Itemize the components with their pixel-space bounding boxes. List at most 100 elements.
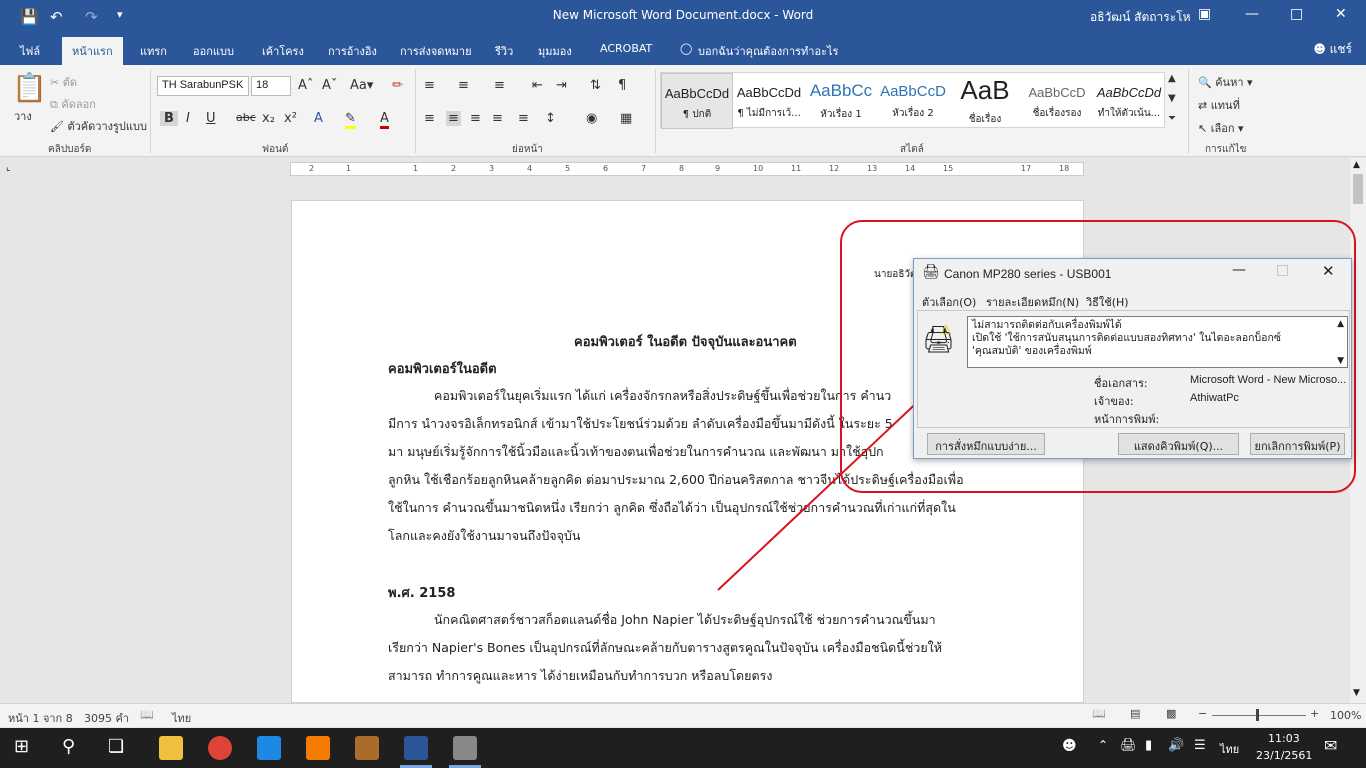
read-mode-icon[interactable]: 📖 — [1092, 707, 1106, 720]
page-count[interactable]: หน้า 1 จาก 8 — [8, 709, 73, 727]
align-right-icon[interactable]: ≡ — [470, 111, 481, 126]
justify-icon[interactable]: ≡ — [492, 111, 503, 126]
strikethrough-icon[interactable]: abc — [236, 111, 256, 124]
message-scroll-down-icon[interactable]: ▼ — [1337, 355, 1344, 368]
align-left-icon[interactable]: ≡ — [424, 111, 435, 126]
superscript-icon[interactable]: x² — [284, 111, 297, 126]
styles-more-icon[interactable]: ⏷ — [1168, 113, 1176, 124]
grow-font-icon[interactable]: Aˆ — [298, 78, 313, 93]
horizontal-ruler[interactable]: 2 1 1 2 3 4 5 6 7 8 9 10 11 12 13 14 15 … — [290, 162, 1084, 176]
multilevel-list-icon[interactable]: ≡ — [494, 78, 505, 93]
font-name-box[interactable]: TH SarabunPSK — [157, 76, 249, 96]
style-no-spacing[interactable]: AaBbCcDd ¶ ไม่มีการเว้... — [733, 73, 805, 129]
clock-time[interactable]: 11:03 — [1268, 732, 1300, 745]
style-title[interactable]: AaB ชื่อเรื่อง — [949, 73, 1021, 129]
font-color-icon[interactable]: A — [380, 111, 389, 129]
dialog-close-icon[interactable]: ✕ — [1322, 262, 1335, 280]
cancel-printing-button[interactable]: ยกเลิกการพิมพ์(P) — [1250, 433, 1345, 455]
maximize-icon[interactable]: □ — [1290, 6, 1303, 22]
web-layout-icon[interactable]: ▩ — [1166, 707, 1176, 720]
message-scroll-up-icon[interactable]: ▲ — [1337, 318, 1344, 331]
align-center-icon[interactable]: ≡ — [446, 111, 461, 126]
styles-scroll-down-icon[interactable]: ▼ — [1168, 93, 1176, 104]
scroll-thumb[interactable] — [1353, 174, 1363, 204]
increase-indent-icon[interactable]: ⇥ — [556, 78, 567, 93]
scroll-down-icon[interactable]: ▼ — [1353, 688, 1360, 698]
menu-ink-details[interactable]: รายละเอียดหมึก(N) — [986, 293, 1079, 311]
paste-button[interactable]: วาง — [14, 107, 32, 125]
tab-review[interactable]: รีวิว — [495, 42, 513, 60]
print-layout-icon[interactable]: ▤ — [1130, 707, 1140, 720]
battery-icon[interactable]: ▮ — [1145, 738, 1152, 753]
scroll-up-icon[interactable]: ▲ — [1353, 160, 1360, 170]
user-name[interactable]: อธิวัฒน์ สัตถาระโห — [1090, 8, 1191, 27]
clear-format-icon[interactable]: ✏ — [392, 78, 403, 93]
zoom-in-icon[interactable]: + — [1310, 707, 1319, 720]
show-marks-icon[interactable]: ¶ — [618, 78, 626, 93]
minimize-icon[interactable]: — — [1245, 6, 1259, 22]
action-center-icon[interactable]: ✉ — [1324, 736, 1337, 755]
borders-icon[interactable]: ▦ — [620, 111, 632, 126]
style-heading1[interactable]: AaBbCc หัวเรื่อง 1 — [805, 73, 877, 129]
share-button[interactable]: ☻ แชร์ — [1313, 40, 1352, 59]
ribbon-display-icon[interactable]: ▣ — [1198, 6, 1211, 22]
style-normal[interactable]: AaBbCcDd ¶ ปกติ — [661, 73, 733, 129]
easy-ink-order-button[interactable]: การสั่งหมึกแบบง่าย... — [927, 433, 1045, 455]
line-spacing-icon[interactable]: ↕ — [545, 111, 556, 126]
copy-button[interactable]: ⧉ คัดลอก — [50, 95, 96, 113]
tab-home[interactable]: หน้าแรก — [62, 37, 123, 65]
tab-acrobat[interactable]: ACROBAT — [600, 42, 652, 55]
decrease-indent-icon[interactable]: ⇤ — [532, 78, 543, 93]
cut-button[interactable]: ✂ ตัด — [50, 73, 77, 91]
tab-file[interactable]: ไฟล์ — [20, 42, 40, 60]
tab-design[interactable]: ออกแบบ — [193, 42, 234, 60]
dialog-minimize-icon[interactable]: — — [1232, 262, 1246, 278]
style-heading2[interactable]: AaBbCcD หัวเรื่อง 2 — [877, 73, 949, 129]
word-count[interactable]: 3095 คำ — [84, 709, 129, 727]
printer-taskbar-icon[interactable] — [453, 736, 477, 760]
task-view-icon[interactable]: ❏ — [108, 736, 124, 757]
proofing-icon[interactable]: 📖 — [140, 708, 154, 721]
edge-icon[interactable] — [257, 736, 281, 760]
clock-date[interactable]: 23/1/2561 — [1256, 749, 1312, 762]
search-icon[interactable]: ⚲ — [62, 736, 75, 757]
numbering-icon[interactable]: ≡ — [458, 78, 469, 93]
underline-icon[interactable]: U — [206, 111, 216, 126]
chrome-icon[interactable] — [208, 736, 232, 760]
show-print-queue-button[interactable]: แสดงคิวพิมพ์(Q)... — [1118, 433, 1239, 455]
word-icon[interactable] — [404, 736, 428, 760]
shading-icon[interactable]: ◉ — [586, 111, 597, 126]
menu-help[interactable]: วิธีใช้(H) — [1086, 293, 1129, 311]
shrink-font-icon[interactable]: Aˇ — [322, 78, 337, 93]
zoom-slider-thumb[interactable] — [1256, 709, 1259, 721]
bullets-icon[interactable]: ≡ — [424, 78, 435, 93]
highlight-icon[interactable]: ✎ — [345, 111, 356, 129]
file-explorer-icon[interactable] — [159, 736, 183, 760]
tab-insert[interactable]: แทรก — [140, 42, 167, 60]
styles-scroll-up-icon[interactable]: ▲ — [1168, 73, 1176, 84]
language-indicator[interactable]: ไทย — [172, 709, 191, 727]
find-button[interactable]: 🔍 ค้นหา ▾ — [1198, 73, 1253, 91]
tray-chevron-icon[interactable]: ⌃ — [1098, 738, 1108, 752]
paste-icon[interactable]: 📋 — [12, 71, 47, 104]
tab-mailings[interactable]: การส่งจดหมาย — [400, 42, 472, 60]
input-language[interactable]: ไทย — [1220, 740, 1239, 758]
people-icon[interactable]: ☻ — [1062, 738, 1077, 754]
tab-selector-icon[interactable]: ⌞ — [6, 162, 11, 173]
sublime-icon[interactable] — [355, 736, 379, 760]
text-effects-icon[interactable]: A — [314, 111, 323, 126]
style-emphasis[interactable]: AaBbCcDd ทำให้ตัวเน้น... — [1093, 73, 1165, 129]
subscript-icon[interactable]: x₂ — [262, 111, 275, 126]
wifi-icon[interactable]: ☰ — [1194, 738, 1206, 753]
volume-icon[interactable]: 🔊 — [1168, 738, 1184, 753]
menu-options[interactable]: ตัวเลือก(O) — [922, 293, 976, 311]
zoom-slider[interactable] — [1212, 715, 1306, 716]
xampp-icon[interactable] — [306, 736, 330, 760]
change-case-icon[interactable]: Aa▾ — [350, 78, 373, 93]
zoom-level[interactable]: 100% — [1330, 709, 1361, 722]
thai-distribute-icon[interactable]: ≡ — [518, 111, 529, 126]
bold-icon[interactable]: B — [160, 111, 178, 126]
tab-layout[interactable]: เค้าโครง — [262, 42, 304, 60]
close-icon[interactable]: ✕ — [1335, 6, 1347, 22]
sort-icon[interactable]: ⇅ — [590, 78, 601, 93]
